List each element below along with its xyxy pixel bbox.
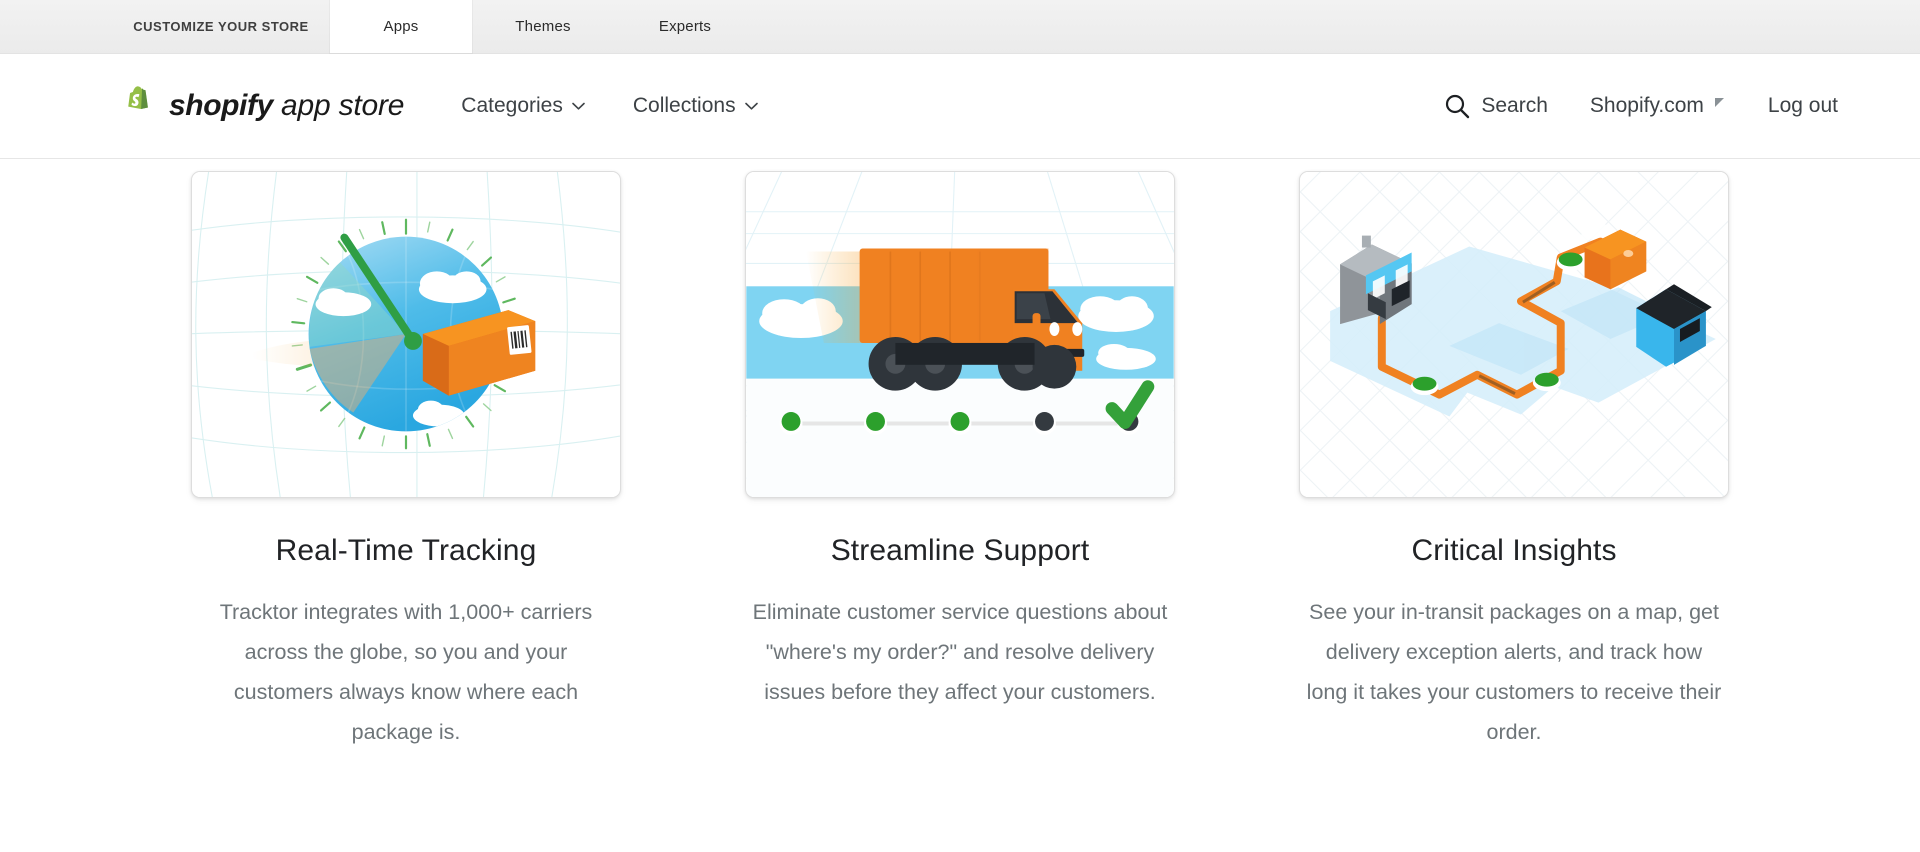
feature-card-real-time-tracking: Real-Time Tracking Tracktor integrates w… xyxy=(191,171,621,752)
feature-title: Streamline Support xyxy=(830,534,1090,567)
account-menu-label: Shopify.com xyxy=(1589,94,1704,117)
header-right-actions: Search Shopify.com Log out xyxy=(1444,93,1838,119)
account-menu-shopify-com[interactable]: Shopify.com xyxy=(1590,94,1726,118)
admin-tab-label: Experts xyxy=(658,18,712,35)
feature-grid: Real-Time Tracking Tracktor integrates w… xyxy=(0,159,1920,752)
chevron-down-icon xyxy=(572,102,585,110)
delivery-truck-progress-illustration xyxy=(746,172,1174,497)
isometric-route-map-illustration xyxy=(1300,172,1728,497)
primary-navigation: Categories Collections xyxy=(461,94,758,118)
chevron-down-icon xyxy=(744,102,758,110)
caret-icon xyxy=(1714,98,1724,107)
shopify-app-store-logo-link[interactable]: shopify app store xyxy=(118,85,404,128)
feature-illustration-card xyxy=(745,171,1175,498)
nav-item-collections[interactable]: Collections xyxy=(633,94,758,118)
brand-wordmark-bold: shopify xyxy=(169,89,273,122)
feature-illustration-card xyxy=(1299,171,1729,498)
globe-speedometer-package-illustration xyxy=(192,172,620,497)
feature-description: Tracktor integrates with 1,000+ carriers… xyxy=(219,600,593,744)
admin-tab-themes[interactable]: Themes xyxy=(472,0,614,53)
admin-tab-label: Apps xyxy=(383,18,419,35)
admin-bar-tail xyxy=(756,0,1920,53)
admin-tab-label: Themes xyxy=(515,18,571,35)
admin-tab-apps[interactable]: Apps xyxy=(330,0,472,53)
feature-title: Real-Time Tracking xyxy=(275,534,537,567)
search-button[interactable]: Search xyxy=(1444,93,1548,119)
feature-card-critical-insights: Critical Insights See your in-transit pa… xyxy=(1299,171,1729,752)
app-store-header: shopify app store Categories Collections… xyxy=(0,54,1920,159)
admin-top-bar: CUSTOMIZE YOUR STORE Apps Themes Experts xyxy=(0,0,1920,54)
nav-item-label: Categories xyxy=(461,94,563,117)
admin-bar-left-spacer xyxy=(0,0,112,53)
search-label: Search xyxy=(1481,94,1548,117)
nav-item-categories[interactable]: Categories xyxy=(461,94,585,118)
feature-title: Critical Insights xyxy=(1411,534,1617,567)
admin-tab-label: CUSTOMIZE YOUR STORE xyxy=(133,19,309,34)
brand-wordmark: shopify app store xyxy=(169,91,404,121)
admin-tab-experts[interactable]: Experts xyxy=(614,0,756,53)
admin-tab-customize-your-store[interactable]: CUSTOMIZE YOUR STORE xyxy=(112,0,330,53)
log-out-button[interactable]: Log out xyxy=(1768,94,1838,118)
feature-illustration-card xyxy=(191,171,621,498)
feature-card-streamline-support: Streamline Support Eliminate customer se… xyxy=(745,171,1175,752)
feature-description: See your in-transit packages on a map, g… xyxy=(1306,600,1722,744)
search-icon xyxy=(1446,94,1470,119)
log-out-label: Log out xyxy=(1767,94,1838,117)
nav-item-label: Collections xyxy=(632,94,736,117)
brand-wordmark-light: app store xyxy=(272,89,405,122)
feature-description: Eliminate customer service questions abo… xyxy=(752,600,1168,704)
shopify-bag-icon xyxy=(128,85,148,109)
